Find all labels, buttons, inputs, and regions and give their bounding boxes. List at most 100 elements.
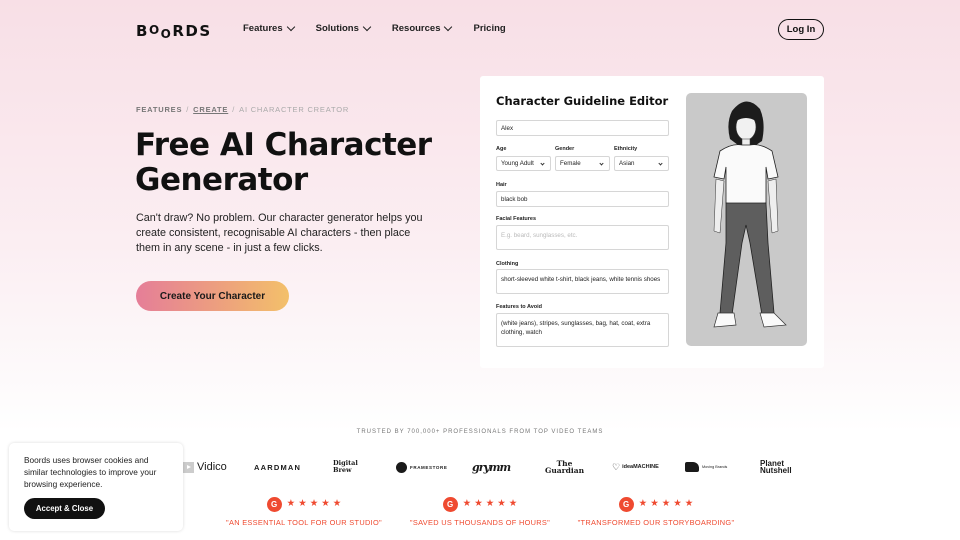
gender-select[interactable]: Female <box>555 156 610 171</box>
clothing-input[interactable]: short-sleeved white t-shirt, black jeans… <box>496 269 669 294</box>
rating-row: G ★ ★ ★ ★ ★ <box>219 496 389 512</box>
logo-vidico: Vidico <box>183 456 227 478</box>
rating-row: G ★ ★ ★ ★ ★ <box>395 496 565 512</box>
features-to-avoid-input[interactable]: (white jeans), stripes, sunglasses, bag,… <box>496 313 669 347</box>
breadcrumb-features[interactable]: FEATURES <box>136 105 182 114</box>
nav-resources-label: Resources <box>391 23 441 34</box>
chevron-down-icon <box>444 22 453 32</box>
name-value: Alex <box>501 124 514 132</box>
age-label: Age <box>496 146 507 152</box>
site-header: B O O RDS Features Solutions Resources Pric… <box>0 0 960 60</box>
nav-solutions[interactable]: Solutions <box>315 22 372 34</box>
moving-brands-mark-icon <box>685 462 699 472</box>
cookie-banner: Boords uses browser cookies and similar … <box>9 443 183 531</box>
character-illustration <box>713 101 787 328</box>
logo-digital-brew: Digital Brew <box>333 456 363 478</box>
boords-logo[interactable]: B O O RDS <box>136 22 212 41</box>
review-quote: "AN ESSENTIAL TOOL FOR OUR STUDIO" <box>226 518 382 527</box>
nav-features-label: Features <box>243 23 283 34</box>
star-icon: ★ <box>650 498 659 510</box>
nav-pricing[interactable]: Pricing <box>473 23 505 34</box>
star-icon: ★ <box>485 498 495 510</box>
logo-ideamachine: ♡ ideaMACHINE <box>612 456 659 478</box>
age-value: Young Adult <box>501 160 534 167</box>
chevron-down-icon <box>540 160 545 166</box>
star-icon: ★ <box>286 498 296 510</box>
name-input[interactable]: Alex <box>496 120 669 136</box>
editor-title: Character Guideline Editor <box>496 94 669 108</box>
ethnicity-value: Asian <box>619 160 635 167</box>
hair-value: black bob <box>501 195 528 203</box>
logo-aardman: AARDMAN <box>254 456 301 478</box>
logo-digital-brew-text: Digital Brew <box>333 459 358 474</box>
logo-planet-nutshell-text: Planet Nutshell <box>760 458 792 475</box>
chevron-down-icon <box>658 160 663 166</box>
hair-label: Hair <box>496 182 507 188</box>
ethnicity-label: Ethnicity <box>614 146 638 152</box>
gender-label: Gender <box>555 146 575 152</box>
star-icon: ★ <box>508 498 518 510</box>
accept-cookies-button[interactable]: Accept & Close <box>24 498 105 519</box>
logo-aardman-text: AARDMAN <box>254 462 302 472</box>
facial-features-input[interactable]: E.g. beard, sunglasses, etc. <box>496 225 669 250</box>
features-to-avoid-label: Features to Avoid <box>496 304 543 310</box>
create-character-button[interactable]: Create Your Character <box>136 281 289 311</box>
logo-ideamachine-text: ideaMACHINE <box>622 464 659 470</box>
logo-vidico-text: Vidico <box>197 461 227 473</box>
nav-solutions-label: Solutions <box>315 23 359 34</box>
star-icon: ★ <box>497 498 506 510</box>
trusted-heading: TRUSTED BY 700,000+ PROFESSIONALS FROM T… <box>356 429 604 435</box>
main-nav: Features Solutions Resources Pricing <box>243 22 528 34</box>
rating-row: G ★ ★ ★ ★ ★ <box>571 496 741 512</box>
logo-grymm-text: GRYMM <box>472 460 511 474</box>
facial-features-placeholder: E.g. beard, sunglasses, etc. <box>501 232 578 239</box>
logo-the-guardian: The Guardian <box>542 456 587 478</box>
character-editor-card: Character Guideline Editor Alex Age Youn… <box>480 76 824 368</box>
gender-value: Female <box>560 160 581 167</box>
chevron-down-icon <box>286 22 295 32</box>
star-icon: ★ <box>309 498 319 510</box>
play-icon <box>183 461 194 473</box>
hair-input[interactable]: black bob <box>496 191 669 207</box>
hero-subtitle: Can't draw? No problem. Our character ge… <box>136 212 423 255</box>
chevron-down-icon <box>362 22 372 32</box>
review-quote: "SAVED US THOUSANDS OF HOURS" <box>409 518 551 527</box>
cookie-text: Boords uses browser cookies and similar … <box>24 455 157 489</box>
review-item: G ★ ★ ★ ★ ★ "AN ESSENTIAL TOOL FOR OUR STUDI… <box>219 496 389 527</box>
star-icon: ★ <box>474 498 483 510</box>
breadcrumb-create[interactable]: CREATE <box>193 105 228 114</box>
clothing-value: short-sleeved white t-shirt, black jeans… <box>501 276 661 283</box>
nav-pricing-label: Pricing <box>473 23 506 34</box>
logo-framestore-text: FRAMESTORE <box>410 464 448 470</box>
nav-resources[interactable]: Resources <box>391 22 453 34</box>
clothing-label: Clothing <box>496 261 519 267</box>
features-to-avoid-value: (white jeans), stripes, sunglasses, bag,… <box>501 320 651 336</box>
logo-the-guardian-text: The Guardian <box>544 459 585 475</box>
g2-logo-icon: G <box>442 496 458 512</box>
logo-framestore: FRAMESTORE <box>396 456 447 478</box>
g2-logo-icon: G <box>618 496 634 512</box>
lightbulb-icon: ♡ <box>612 461 621 472</box>
review-item: G ★ ★ ★ ★ ★ "TRANSFORMED OUR STORYBOARDING" <box>571 496 741 527</box>
logo-grymm: GRYMM <box>472 456 511 478</box>
customer-logos: Vidico AARDMAN Digital Brew FRAMESTORE G… <box>180 456 820 478</box>
star-icon: ★ <box>638 498 648 510</box>
breadcrumb-current: AI CHARACTER CREATOR <box>239 105 350 114</box>
star-icon: ★ <box>332 498 342 510</box>
star-icon: ★ <box>673 498 682 510</box>
star-icon: ★ <box>684 498 694 510</box>
facial-features-label: Facial Features <box>496 216 537 222</box>
character-preview-image <box>686 93 807 346</box>
nav-features[interactable]: Features <box>243 22 295 34</box>
logo-moving-brands-text: Moving Brands <box>702 465 728 469</box>
logo-moving-brands: Moving Brands <box>685 456 727 478</box>
star-icon: ★ <box>321 498 330 510</box>
ethnicity-select[interactable]: Asian <box>614 156 669 171</box>
chevron-down-icon <box>599 160 604 166</box>
review-quote: "TRANSFORMED OUR STORYBOARDING" <box>577 518 735 527</box>
age-select[interactable]: Young Adult <box>496 156 551 171</box>
logo-planet-nutshell: Planet Nutshell <box>760 456 796 478</box>
breadcrumb-separator: / <box>232 105 236 114</box>
login-button[interactable]: Log In <box>778 19 824 40</box>
framestore-mark-icon <box>396 461 407 473</box>
